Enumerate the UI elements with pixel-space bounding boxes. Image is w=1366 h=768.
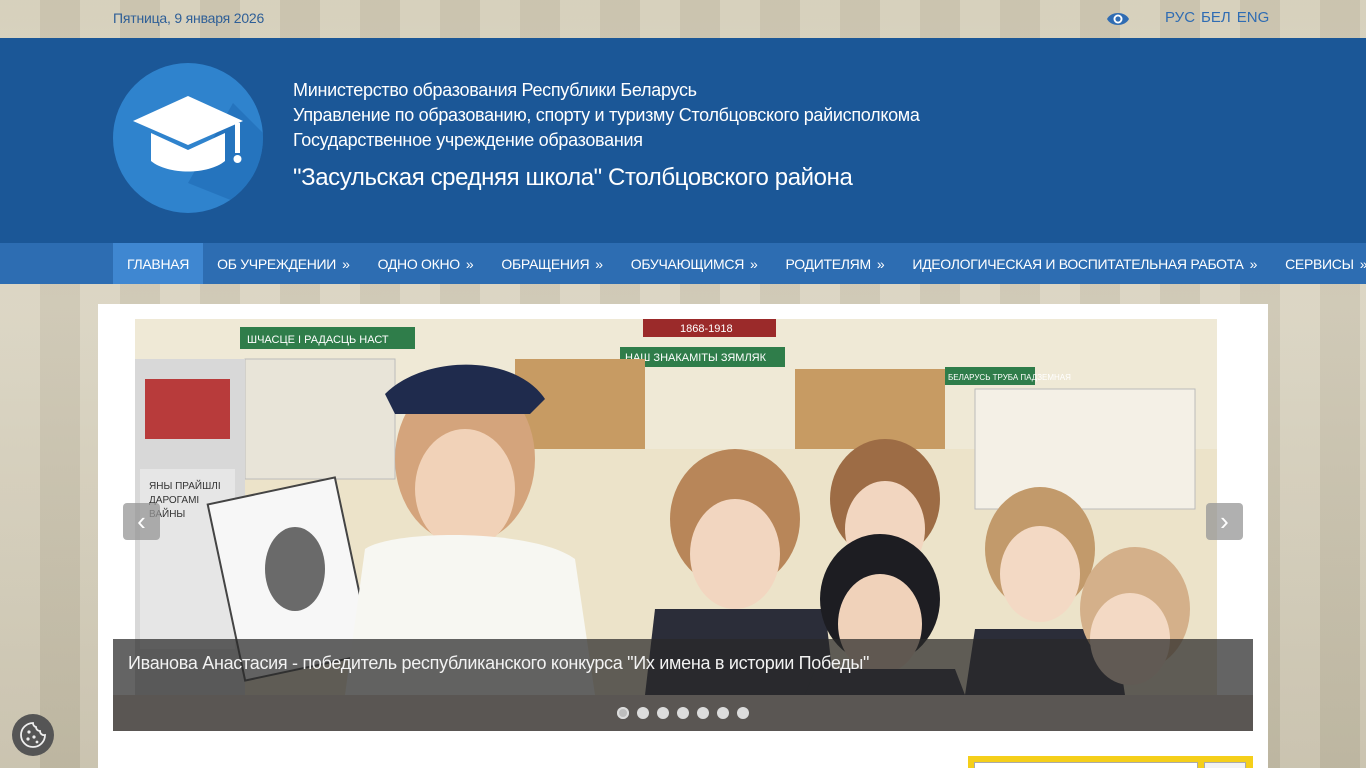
graduation-cap-icon <box>133 96 263 213</box>
search-widget <box>968 756 1253 768</box>
banner-mid-text: НАШ ЗНАКАМІТЫ ЗЯМЛЯК <box>625 352 767 364</box>
lang-en[interactable]: ENG <box>1237 9 1270 26</box>
nav-item-one-window[interactable]: Одно окно» <box>364 243 488 284</box>
slide-caption[interactable]: Иванова Анастасия - победитель республик… <box>128 653 869 674</box>
nav-item-appeals[interactable]: Обращения» <box>487 243 616 284</box>
lang-be[interactable]: БЕЛ <box>1201 9 1231 26</box>
slider-prev-button[interactable]: ‹ <box>123 503 160 540</box>
banner-top-text: 1868-1918 <box>680 323 733 335</box>
school-name[interactable]: "Засульская средняя школа" Столбцовского… <box>293 163 920 193</box>
cookie-icon <box>20 722 46 748</box>
chevron-right-icon: › <box>1220 506 1229 536</box>
main-nav: Главная Об учреждении» Одно окно» Обраще… <box>0 243 1366 284</box>
department-title: Управление по образованию, спорту и тури… <box>293 105 920 125</box>
news-slider: ШЧАСЦЕ І РАДАСЦЬ НАСТ 1868-1918 НАШ ЗНАК… <box>113 319 1253 731</box>
site-header: Министерство образования Республики Бела… <box>0 38 1366 243</box>
slider-pagination <box>113 695 1253 731</box>
chevron-right-icon: » <box>876 255 885 272</box>
institution-type: Государственное учреждение образования <box>293 130 643 150</box>
eye-icon[interactable] <box>1106 10 1130 28</box>
topbar: Пятница, 9 января 2026 РУС БЕЛ ENG <box>0 0 1366 38</box>
chevron-right-icon: » <box>465 255 474 272</box>
chevron-right-icon: » <box>1360 256 1366 272</box>
slide-caption-bar: Иванова Анастасия - победитель республик… <box>113 639 1253 695</box>
slider-dot[interactable] <box>637 707 649 719</box>
banner-right-text: БЕЛАРУСЬ ТРУБА ПАДЗЕМНАЯ <box>948 373 1071 382</box>
slider-dot[interactable] <box>657 707 669 719</box>
nav-item-parents[interactable]: Родителям» <box>772 243 899 284</box>
nav-item-about[interactable]: Об учреждении» <box>203 243 363 284</box>
banner-left-text: ШЧАСЦЕ І РАДАСЦЬ НАСТ <box>247 334 389 346</box>
slider-dot[interactable] <box>717 707 729 719</box>
chevron-left-icon: ‹ <box>137 506 146 536</box>
nav-item-students[interactable]: Обучающимся» <box>617 243 772 284</box>
current-date: Пятница, 9 января 2026 <box>113 10 265 26</box>
lang-ru[interactable]: РУС <box>1165 9 1195 26</box>
ministry-title: Министерство образования Республики Бела… <box>293 80 697 100</box>
search-button[interactable] <box>1204 762 1246 768</box>
slider-dot[interactable] <box>677 707 689 719</box>
slider-next-button[interactable]: › <box>1206 503 1243 540</box>
slider-dot[interactable] <box>697 707 709 719</box>
language-switcher: РУС БЕЛ ENG <box>1165 9 1269 26</box>
search-input[interactable] <box>974 762 1198 768</box>
slider-dot[interactable] <box>617 707 629 719</box>
cookie-settings-button[interactable] <box>12 714 54 756</box>
chevron-right-icon: » <box>342 255 350 272</box>
nav-item-ideology[interactable]: Идеологическая и воспитательная работа» <box>898 243 1271 284</box>
nav-item-home[interactable]: Главная <box>113 243 204 284</box>
nav-item-services[interactable]: Сервисы» <box>1271 243 1366 284</box>
book-text-1: ЯНЫ ПРАЙШЛІ <box>149 479 221 492</box>
chevron-right-icon: » <box>595 255 603 272</box>
header-titles: Министерство образования Республики Бела… <box>293 78 920 193</box>
chevron-right-icon: » <box>750 255 758 272</box>
content-panel: ШЧАСЦЕ І РАДАСЦЬ НАСТ 1868-1918 НАШ ЗНАК… <box>98 304 1268 768</box>
chevron-right-icon: » <box>1249 255 1258 272</box>
slider-dot[interactable] <box>737 707 749 719</box>
site-logo[interactable] <box>113 63 263 213</box>
